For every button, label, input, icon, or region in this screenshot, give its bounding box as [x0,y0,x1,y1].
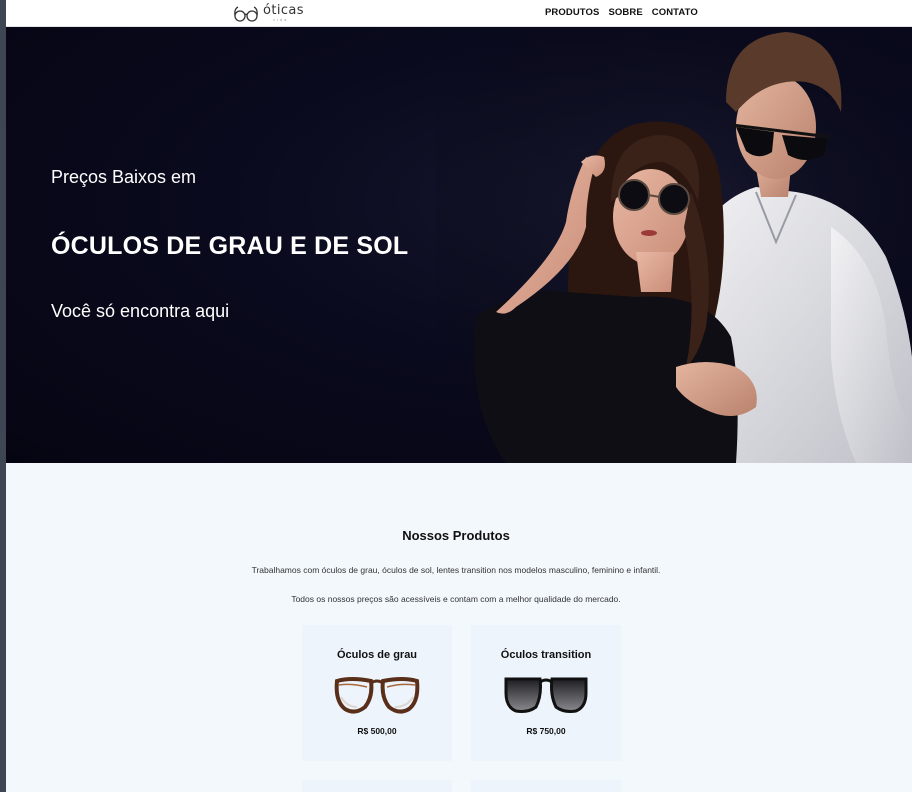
hero-subtitle: Você só encontra aqui [51,301,230,321]
nav-produtos[interactable]: PRODUTOS [545,7,599,18]
product-name: Óculos transition [500,649,592,661]
tortoise-glasses-icon [334,677,420,714]
hero-couple-photo [436,27,912,463]
hero-pre-title: Preços Baixos em [51,167,197,187]
products-description: Trabalhamos com óculos de grau, óculos d… [251,565,661,575]
product-price: R$ 750,00 [526,726,566,736]
product-name: Óculos de grau [336,649,418,661]
header: óticas vida PRODUTOS SOBRE CONTATO [6,0,912,27]
logo-name: óticas [263,3,304,18]
dark-glasses-icon [504,677,588,713]
main-nav: PRODUTOS SOBRE CONTATO [545,7,698,18]
product-card-grau[interactable]: Óculos de grau R$ 500,00 [302,625,452,761]
products-description-quality: Todos os nossos preços são acessíveis e … [291,594,621,604]
hero-title: ÓCULOS DE GRAU E DE SOL [51,232,409,260]
product-card-partial [302,780,452,792]
hero-banner: Preços Baixos em ÓCULOS DE GRAU E DE SOL… [6,27,912,463]
logo-sub: vida [273,17,289,22]
nav-contato[interactable]: CONTATO [652,7,698,18]
product-price: R$ 500,00 [357,726,397,736]
product-card-transition[interactable]: Óculos transition R$ 750,00 [471,625,621,761]
page: óticas vida PRODUTOS SOBRE CONTATO Preço… [6,0,912,792]
products-title: Nossos Produtos [402,528,510,543]
glasses-logo-icon [234,6,258,22]
product-card-partial [471,780,621,792]
nav-sobre[interactable]: SOBRE [608,7,642,18]
logo[interactable]: óticas vida [232,3,304,25]
